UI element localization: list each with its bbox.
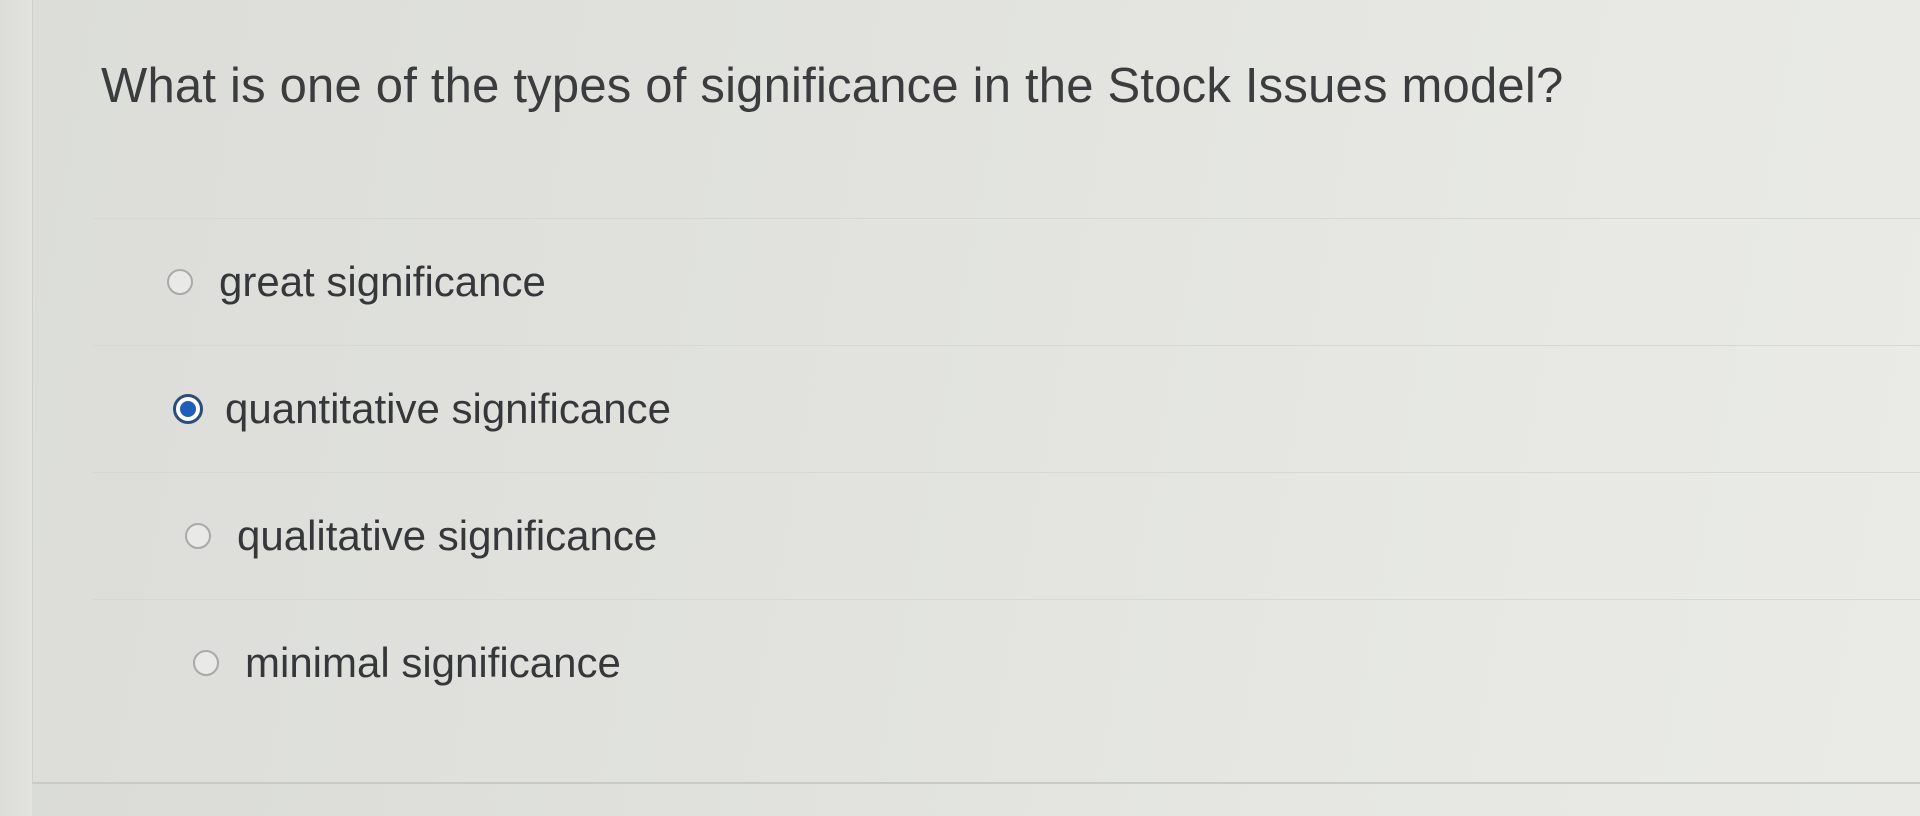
radio-button-unselected[interactable] xyxy=(185,523,211,549)
page-margin xyxy=(0,0,32,816)
radio-button-unselected[interactable] xyxy=(193,650,219,676)
option-minimal-significance[interactable]: minimal significance xyxy=(93,599,1920,726)
option-label: qualitative significance xyxy=(237,512,658,559)
option-great-significance[interactable]: great significance xyxy=(93,218,1920,345)
answer-options: great significance quantitative signific… xyxy=(93,218,1920,726)
option-quantitative-significance[interactable]: quantitative significance xyxy=(93,345,1920,472)
radio-selected-dot xyxy=(180,401,196,417)
option-label: great significance xyxy=(219,258,546,305)
option-label: quantitative significance xyxy=(225,385,671,432)
question-text: What is one of the types of significance… xyxy=(101,59,1564,113)
option-qualitative-significance[interactable]: qualitative significance xyxy=(93,472,1920,599)
radio-button-unselected[interactable] xyxy=(167,269,193,295)
option-label: minimal significance xyxy=(245,639,621,686)
radio-button-selected[interactable] xyxy=(173,394,203,424)
question-card: What is one of the types of significance… xyxy=(32,0,1920,784)
